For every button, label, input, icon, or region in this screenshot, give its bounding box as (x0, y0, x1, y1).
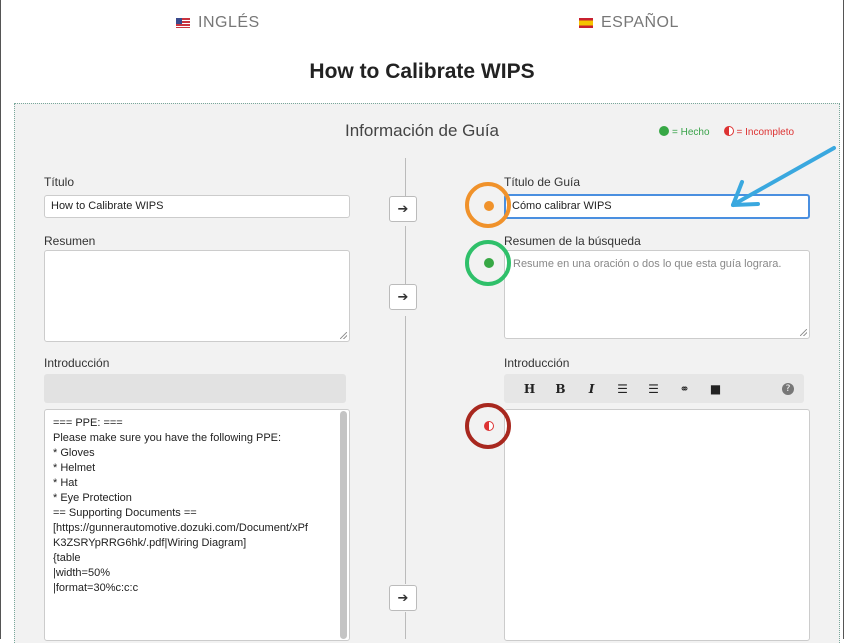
target-summary-field[interactable]: Resume en una oración o dos lo que esta … (504, 250, 810, 339)
spain-flag-icon (579, 18, 593, 28)
status-legend: = Hecho = Incompleto (659, 126, 794, 138)
intro-line: * Helmet (53, 462, 96, 474)
legend-done-label: = Hecho (672, 127, 710, 138)
source-intro-field[interactable]: === PPE: === Please make sure you have t… (44, 409, 350, 641)
resize-grip-icon[interactable] (340, 332, 347, 339)
italic-button[interactable]: I (576, 382, 607, 396)
target-language: ESPAÑOL (579, 14, 679, 32)
orange-annotation-circle (465, 182, 511, 228)
intro-line: |format=30%c:c:c (53, 582, 139, 594)
help-icon[interactable]: ? (782, 382, 794, 395)
source-title-field[interactable]: How to Calibrate WIPS (44, 195, 350, 218)
target-editor-toolbar: H B I ☰ ☰ ⚭ ■ ? (504, 374, 804, 403)
copy-title-button[interactable]: ➔ (389, 196, 417, 222)
green-annotation-circle (465, 240, 511, 286)
intro-line: K3ZSRYpRRG6hk/.pdf|Wiring Diagram] (53, 537, 247, 549)
page-title: How to Calibrate WIPS (309, 60, 535, 83)
heading-button[interactable]: H (514, 382, 545, 396)
divider (405, 158, 406, 200)
summary-placeholder: Resume en una oración o dos lo que esta … (513, 258, 782, 270)
summary-label: Resumen (44, 234, 96, 248)
copy-intro-button[interactable]: ➔ (389, 585, 417, 611)
intro-line: Please make sure you have the following … (53, 432, 282, 444)
intro-line: |width=50% (53, 567, 110, 579)
intro-line: [https://gunnerautomotive.dozuki.com/Doc… (53, 522, 308, 534)
bullet-list-button[interactable]: ☰ (607, 382, 638, 396)
red-annotation-circle (465, 403, 511, 449)
legend-done: = Hecho (659, 126, 710, 138)
source-editor-toolbar (44, 374, 346, 403)
numbered-list-button[interactable]: ☰ (638, 382, 669, 396)
half-circle-icon (723, 126, 734, 136)
divider (405, 316, 406, 584)
legend-incomplete: = Incompleto (723, 126, 795, 138)
copy-summary-button[interactable]: ➔ (389, 284, 417, 310)
source-summary-field[interactable] (44, 250, 350, 342)
intro-line: * Hat (53, 477, 78, 489)
title-label: Título (44, 175, 75, 189)
target-language-label: ESPAÑOL (601, 14, 679, 31)
legend-incomplete-label: = Incompleto (736, 127, 795, 138)
source-language: INGLÉS (176, 14, 260, 32)
source-language-label: INGLÉS (198, 14, 260, 31)
intro-line: * Eye Protection (53, 492, 132, 504)
us-flag-icon (176, 18, 190, 28)
check-circle-icon (659, 126, 669, 136)
divider (405, 226, 406, 284)
divider (405, 612, 406, 639)
resize-grip-icon[interactable] (800, 329, 807, 336)
blue-annotation-arrow (731, 146, 836, 207)
intro-line: {table (53, 552, 81, 564)
intro-label: Introducción (44, 356, 110, 370)
target-intro-field[interactable] (504, 409, 810, 641)
guide-title-label: Título de Guía (504, 175, 581, 189)
search-summary-label: Resumen de la búsqueda (504, 234, 641, 248)
intro-line: * Gloves (53, 447, 95, 459)
intro-line: === PPE: === (53, 417, 123, 429)
intro-line: == Supporting Documents == (53, 507, 197, 519)
video-button[interactable]: ■ (700, 382, 731, 396)
link-button[interactable]: ⚭ (669, 382, 700, 396)
bold-button[interactable]: B (545, 382, 576, 396)
intro-label-right: Introducción (504, 356, 570, 370)
scrollbar[interactable] (340, 411, 347, 639)
